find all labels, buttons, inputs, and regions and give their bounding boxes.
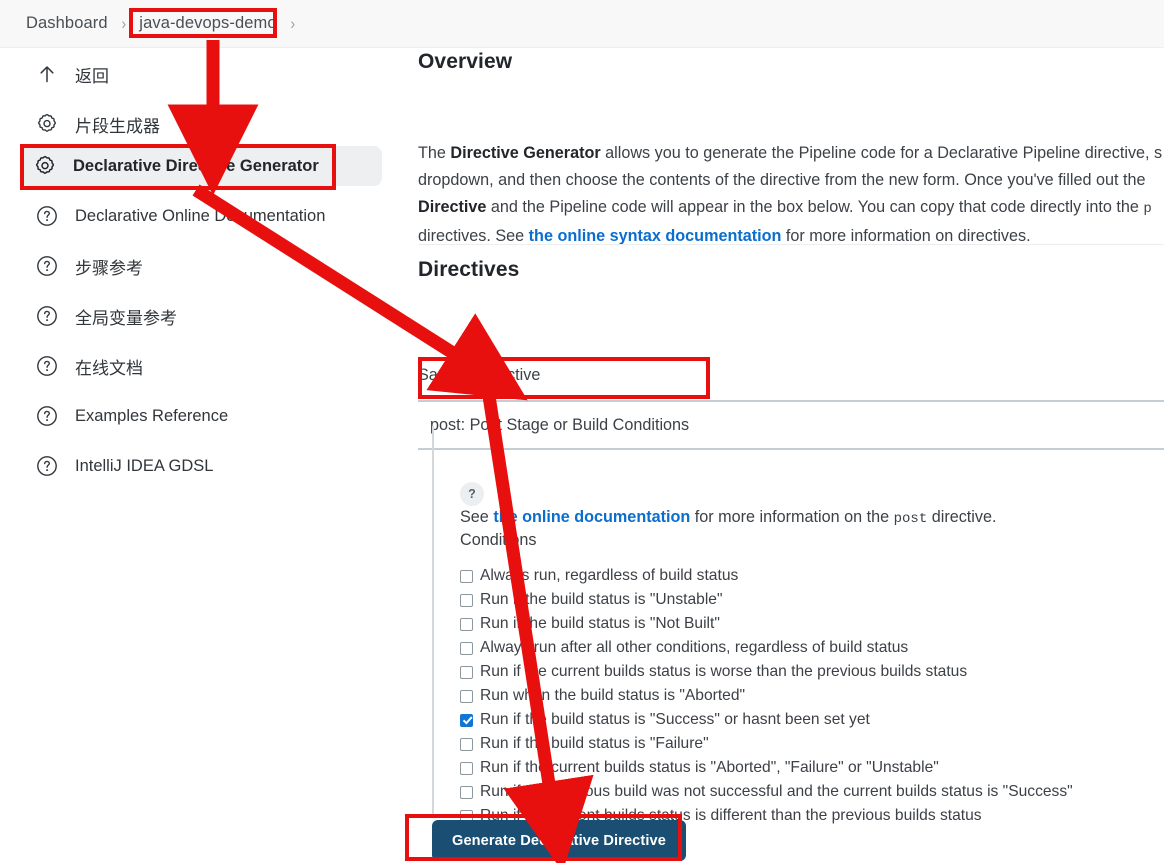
- condition-label: Run if the current builds status is "Abo…: [480, 759, 939, 776]
- condition-checkbox[interactable]: [460, 593, 473, 607]
- condition-row[interactable]: Run when the build status is "Aborted": [460, 684, 1073, 708]
- condition-label: Run if the build status is "Failure": [480, 735, 709, 752]
- overview-bold-directive-generator: Directive Generator: [450, 144, 601, 162]
- conditions-see-suffix: directive.: [927, 508, 997, 526]
- sample-directive-label: Sample Directive: [418, 366, 541, 384]
- sidebar-item-label: Examples Reference: [75, 406, 229, 425]
- condition-row[interactable]: Run if the current builds status is "Abo…: [460, 756, 1073, 780]
- condition-row[interactable]: Run if the build status is "Failure": [460, 732, 1073, 756]
- condition-label: Run if the build status is "Not Built": [480, 615, 720, 632]
- condition-row[interactable]: Run if the build status is "Unstable": [460, 588, 1073, 612]
- help-icon[interactable]: ?: [460, 482, 484, 506]
- condition-row[interactable]: Always run after all other conditions, r…: [460, 636, 1073, 660]
- question-circle-icon: [34, 353, 60, 379]
- conditions-see-prefix: See: [460, 508, 494, 526]
- question-circle-icon: [34, 303, 60, 329]
- overview-text-5: directives. See: [418, 227, 529, 245]
- question-circle-icon: [34, 453, 60, 479]
- condition-row[interactable]: Run if the build status is "Success" or …: [460, 708, 1073, 732]
- question-circle-icon: [34, 253, 60, 279]
- overview-text-4: and the Pipeline code will appear in the…: [486, 198, 1144, 216]
- sidebar-item-intellij-idea-gdsl[interactable]: IntelliJ IDEA GDSL: [22, 446, 227, 486]
- sidebar-item-declarative-directive-generator[interactable]: Declarative Directive Generator: [20, 146, 382, 186]
- condition-label: Always run, regardless of build status: [480, 567, 739, 584]
- overview-text-3: dropdown, and then choose the contents o…: [418, 171, 1146, 189]
- sidebar-item-label: 步骤参考: [75, 258, 143, 278]
- condition-row[interactable]: Run if the previous build was not succes…: [460, 780, 1073, 804]
- condition-checkbox[interactable]: [460, 785, 473, 799]
- breadcrumb-separator-icon: ›: [121, 13, 126, 33]
- condition-checkbox[interactable]: [460, 761, 473, 775]
- conditions-see-middle: for more information on the: [690, 508, 894, 526]
- conditions-list: Always run, regardless of build status R…: [460, 564, 1073, 828]
- question-circle-icon: [34, 403, 60, 429]
- sidebar-item-back[interactable]: 返回: [22, 54, 123, 94]
- condition-label: Run if the build status is "Unstable": [480, 591, 723, 608]
- overview-heading: Overview: [418, 50, 513, 73]
- sidebar-item-label: 片段生成器: [75, 116, 160, 136]
- section-divider: [418, 244, 1164, 245]
- condition-checkbox[interactable]: [460, 737, 473, 751]
- overview-text-1: The: [418, 144, 451, 162]
- sidebar-item-global-variable-reference[interactable]: 全局变量参考: [22, 296, 191, 336]
- overview-text-2: allows you to generate the Pipeline code…: [600, 144, 1163, 162]
- overview-mono-pipeline: p: [1143, 201, 1152, 217]
- condition-label: Run if the previous build was not succes…: [480, 783, 1073, 800]
- breadcrumb-item-project[interactable]: java-devops-demo: [135, 12, 280, 35]
- question-circle-icon: [34, 203, 60, 229]
- online-documentation-link[interactable]: the online documentation: [493, 508, 690, 526]
- condition-label: Run if the build status is "Success" or …: [480, 711, 870, 728]
- sidebar-item-label: IntelliJ IDEA GDSL: [75, 456, 214, 475]
- condition-checkbox[interactable]: [460, 617, 473, 631]
- generate-declarative-directive-button[interactable]: Generate Declarative Directive: [432, 820, 686, 861]
- conditions-panel: ? See the online documentation for more …: [432, 426, 1164, 824]
- arrow-up-icon: [34, 61, 60, 87]
- conditions-mono-post: post: [893, 511, 928, 527]
- sidebar-item-declarative-online-documentation[interactable]: Declarative Online Documentation: [22, 196, 339, 236]
- main-content: Overview The Directive Generator allows …: [410, 48, 1164, 863]
- condition-checkbox[interactable]: [460, 665, 473, 679]
- condition-checkbox-checked[interactable]: [460, 713, 473, 727]
- condition-checkbox[interactable]: [460, 689, 473, 703]
- app-root: Dashboard › java-devops-demo › 返回 片段生成器 …: [0, 0, 1164, 863]
- online-syntax-documentation-link[interactable]: the online syntax documentation: [529, 227, 782, 245]
- conditions-doc-line: See the online documentation for more in…: [460, 508, 997, 527]
- sidebar-item-examples-reference[interactable]: Examples Reference: [22, 396, 242, 436]
- directives-heading: Directives: [418, 258, 520, 281]
- overview-bold-directive: Directive: [418, 198, 487, 216]
- sidebar-item-label: 返回: [75, 66, 109, 86]
- sidebar-item-label: 全局变量参考: [75, 308, 177, 328]
- sidebar-item-steps-reference[interactable]: 步骤参考: [22, 246, 157, 286]
- gear-icon: [32, 153, 58, 179]
- condition-label: Run if the current builds status is wors…: [480, 663, 968, 680]
- condition-label: Always run after all other conditions, r…: [480, 639, 909, 656]
- sidebar-item-online-docs[interactable]: 在线文档: [22, 346, 157, 386]
- condition-row[interactable]: Run if the build status is "Not Built": [460, 612, 1073, 636]
- overview-paragraph: The Directive Generator allows you to ge…: [418, 140, 1164, 250]
- gear-icon: [34, 111, 60, 137]
- sidebar-item-label: Declarative Directive Generator: [73, 156, 319, 175]
- condition-row[interactable]: Always run, regardless of build status: [460, 564, 1073, 588]
- condition-checkbox[interactable]: [460, 569, 473, 583]
- sidebar-item-snippet-generator[interactable]: 片段生成器: [22, 104, 174, 144]
- condition-row[interactable]: Run if the current builds status is wors…: [460, 660, 1073, 684]
- overview-text-6: for more information on directives.: [781, 227, 1031, 245]
- sidebar: 返回 片段生成器 Declarative Directive Generator…: [0, 48, 410, 863]
- condition-label: Run when the build status is "Aborted": [480, 687, 746, 704]
- sidebar-item-label: Declarative Online Documentation: [75, 206, 326, 225]
- breadcrumb-separator-icon-2: ›: [290, 13, 295, 33]
- breadcrumb-item-dashboard[interactable]: Dashboard: [22, 12, 112, 35]
- condition-checkbox[interactable]: [460, 641, 473, 655]
- breadcrumb: Dashboard › java-devops-demo ›: [0, 0, 1164, 48]
- sidebar-item-label: 在线文档: [75, 358, 143, 378]
- conditions-heading: Conditions: [460, 531, 537, 549]
